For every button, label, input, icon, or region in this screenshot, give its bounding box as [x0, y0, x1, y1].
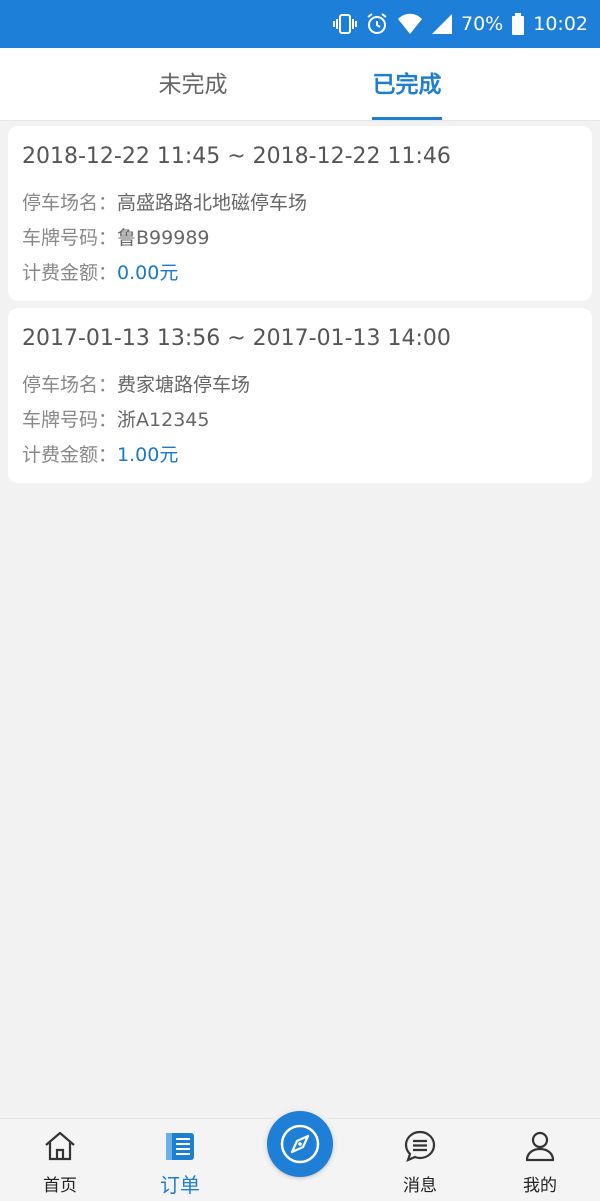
plate-row: 车牌号码：浙A12345 — [22, 403, 578, 438]
message-icon — [404, 1130, 436, 1162]
tab-incomplete[interactable]: 未完成 — [140, 48, 246, 120]
nav-orders-label: 订单 — [160, 1173, 200, 1197]
vibrate-icon — [333, 12, 357, 36]
fee-value: 0.00元 — [117, 262, 179, 284]
fee-row: 计费金额：1.00元 — [22, 438, 578, 473]
nav-home-label: 首页 — [43, 1176, 77, 1196]
signal-icon — [431, 13, 453, 35]
nav-messages-label: 消息 — [403, 1176, 437, 1196]
fee-value: 1.00元 — [117, 444, 179, 466]
parking-lot-row: 停车场名：费家塘路停车场 — [22, 368, 578, 403]
orders-icon — [166, 1133, 194, 1160]
tab-incomplete-label: 未完成 — [158, 72, 228, 98]
nav-messages[interactable]: 消息 — [360, 1119, 480, 1201]
center-button-circle — [267, 1111, 333, 1177]
nav-profile[interactable]: 我的 — [480, 1119, 600, 1201]
order-card[interactable]: 2018-12-22 11:45 ~ 2018-12-22 11:46 停车场名… — [8, 126, 592, 301]
order-time-range: 2017-01-13 13:56 ~ 2017-01-13 14:00 — [22, 326, 451, 351]
plate-label: 车牌号码： — [22, 409, 118, 431]
tab-completed[interactable]: 已完成 — [362, 48, 452, 120]
alarm-icon — [365, 12, 389, 36]
status-bar: 70% 10:02 — [0, 0, 600, 48]
order-tabs: 未完成 已完成 — [0, 48, 600, 121]
battery-icon — [511, 12, 525, 36]
parking-lot-value: 费家塘路停车场 — [117, 374, 251, 396]
order-card[interactable]: 2017-01-13 13:56 ~ 2017-01-13 14:00 停车场名… — [8, 308, 592, 483]
parking-lot-label: 停车场名： — [22, 192, 118, 214]
nav-orders[interactable]: 订单 — [120, 1119, 240, 1201]
nav-profile-label: 我的 — [523, 1176, 557, 1196]
wifi-icon — [397, 13, 423, 35]
parking-lot-value: 高盛路路北地磁停车场 — [117, 192, 308, 214]
battery-percent: 70% — [461, 13, 504, 35]
fee-row: 计费金额：0.00元 — [22, 256, 578, 291]
tab-completed-label: 已完成 — [372, 72, 442, 98]
plate-row: 车牌号码：鲁B99989 — [22, 221, 578, 256]
plate-label: 车牌号码： — [22, 227, 118, 249]
plate-value: 鲁B99989 — [117, 227, 210, 249]
clock: 10:02 — [533, 13, 588, 35]
plate-value: 浙A12345 — [117, 409, 210, 431]
nav-home[interactable]: 首页 — [0, 1119, 120, 1201]
fee-label: 计费金额： — [22, 444, 118, 466]
user-icon — [525, 1131, 555, 1162]
active-tab-indicator — [372, 117, 442, 120]
home-icon — [45, 1131, 75, 1161]
center-compass-button[interactable] — [262, 1106, 338, 1182]
order-time-range: 2018-12-22 11:45 ~ 2018-12-22 11:46 — [22, 144, 451, 169]
parking-lot-label: 停车场名： — [22, 374, 118, 396]
fee-label: 计费金额： — [22, 262, 118, 284]
parking-lot-row: 停车场名：高盛路路北地磁停车场 — [22, 186, 578, 221]
compass-icon — [280, 1124, 320, 1164]
